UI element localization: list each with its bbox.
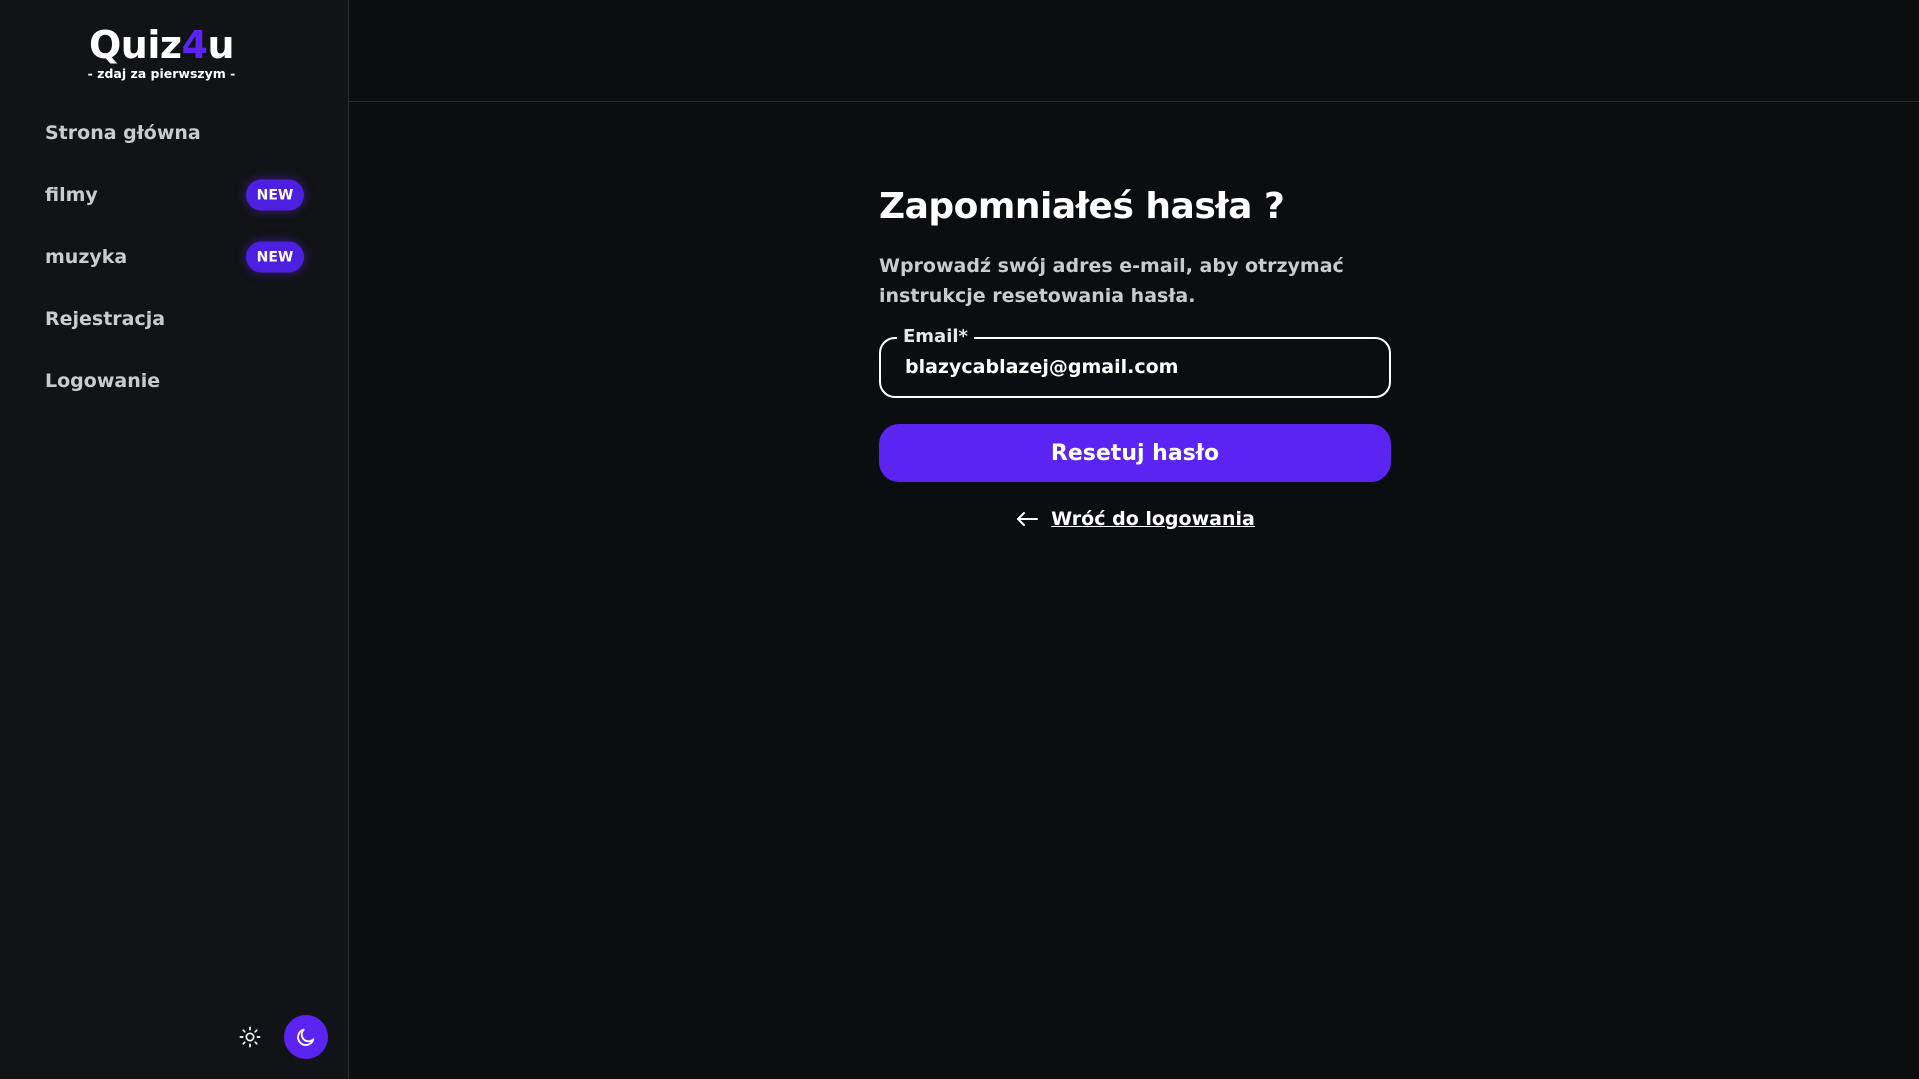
logo-prefix: Quiz (88, 23, 182, 67)
sidebar-item-music[interactable]: muzyka NEW (0, 226, 349, 288)
new-badge: NEW (246, 179, 304, 211)
back-to-login-link[interactable]: Wróć do logowania (1051, 508, 1255, 530)
light-theme-button[interactable] (230, 1017, 270, 1057)
sidebar-item-films[interactable]: filmy NEW (0, 164, 349, 226)
email-field: Email* (879, 326, 1391, 398)
top-bar (349, 0, 1919, 102)
email-field-label: Email* (897, 326, 974, 348)
app: Quiz4u - zdaj za pierwszym - Strona głów… (0, 0, 1919, 1079)
arrow-left-icon[interactable] (1015, 511, 1039, 527)
sidebar-item-label: Logowanie (45, 370, 161, 392)
logo-wordmark: Quiz4u (0, 22, 323, 68)
logo-tagline: - zdaj za pierwszym - (87, 66, 236, 81)
dark-theme-button[interactable] (284, 1015, 328, 1059)
back-to-login: Wróć do logowania (879, 508, 1391, 530)
reset-password-button[interactable]: Resetuj hasło (879, 424, 1391, 482)
theme-toggle (230, 1015, 328, 1059)
new-badge: NEW (246, 241, 304, 273)
reset-password-form: Zapomniałeś hasła ? Wprowadź swój adres … (879, 185, 1391, 530)
logo-accent: 4 (181, 23, 208, 67)
sidebar-nav: Strona główna filmy NEW muzyka NEW Rejes… (0, 102, 349, 412)
sidebar-item-home[interactable]: Strona główna (0, 102, 349, 164)
sun-icon (239, 1026, 261, 1048)
sidebar-item-label: filmy (45, 184, 98, 206)
sidebar-item-label: muzyka (45, 246, 128, 268)
sidebar-item-login[interactable]: Logowanie (0, 350, 349, 412)
moon-icon (297, 1028, 315, 1046)
email-input[interactable] (905, 349, 1365, 385)
sidebar-item-label: Rejestracja (45, 308, 166, 330)
main-content: Zapomniałeś hasła ? Wprowadź swój adres … (349, 103, 1919, 1079)
page-title: Zapomniałeś hasła ? (879, 186, 1285, 227)
form-description: Wprowadź swój adres e-mail, aby otrzymać… (879, 255, 1344, 307)
logo[interactable]: Quiz4u - zdaj za pierwszym - (0, 22, 323, 82)
logo-suffix: u (207, 23, 234, 67)
sidebar-item-register[interactable]: Rejestracja (0, 288, 349, 350)
sidebar: Quiz4u - zdaj za pierwszym - Strona głów… (0, 0, 349, 1079)
sidebar-item-label: Strona główna (45, 122, 201, 144)
